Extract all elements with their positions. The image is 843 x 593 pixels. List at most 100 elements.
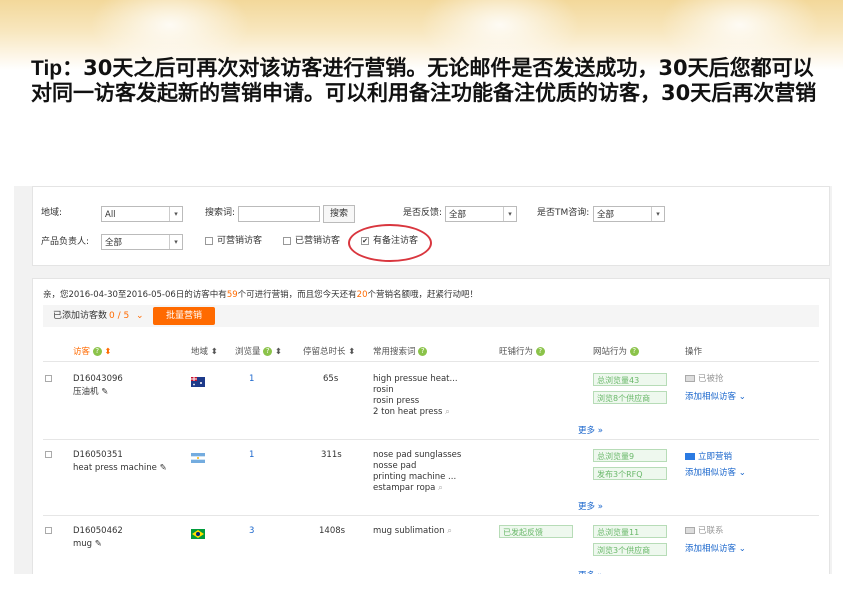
more-link[interactable]: 更多 » [578,569,603,574]
feedback-value: 全部 [449,210,467,220]
keyword-label: estampar ropa [373,483,436,493]
chevron-down-icon: » [597,502,603,512]
tm-value: 全部 [597,210,615,220]
brazil-flag-icon [191,529,205,539]
add-similar-label: 添加相似访客 [685,544,737,554]
keyword: estampar ropa ⌕ [373,483,443,494]
visitor-product: mug ✎ [73,539,102,550]
views-count[interactable]: 3 [249,526,254,537]
batch-marketing-button[interactable]: 批量营销 [153,307,215,325]
feedback-select[interactable]: 全部 ▾ [445,206,517,222]
owner-select[interactable]: 全部 ▾ [101,234,183,250]
help-icon[interactable]: ? [92,347,102,356]
add-similar-label: 添加相似访客 [685,392,737,402]
notice-part: 亲，您2016-04-30至2016-05-06日的访客中有 [43,290,227,300]
chevron-down-icon: ⌄ [738,544,746,554]
visitor-id[interactable]: D16043096 [73,374,123,385]
added-label: 已添加访客数 [53,311,108,321]
more-link[interactable]: 更多 » [578,424,603,436]
search-icon[interactable]: ⌕ [438,483,443,493]
header-views[interactable]: 浏览量 ? ⬍ [235,345,282,357]
site-suppliers-tag: 浏览8个供应商 [593,391,667,404]
chevron-down-icon[interactable]: ⌄ [136,309,144,323]
header-label: 网站行为 [593,347,628,357]
chevron-down-icon: ⌄ [738,468,746,478]
added-count: 0 / 5 [109,311,130,321]
marketed-checkbox[interactable] [283,237,291,245]
australia-flag-icon [191,377,205,387]
site-total-views-tag: 总浏览量43 [593,373,667,386]
market-now-link[interactable]: 立即营销 [685,450,732,462]
visitor-product: heat press machine ✎ [73,463,167,474]
tip-prefix: Tip： [31,57,84,80]
argentina-flag-icon [191,453,205,463]
row-checkbox[interactable] [45,527,52,534]
marketed-label: 已营销访客 [295,236,341,246]
edit-icon[interactable]: ✎ [101,387,108,397]
help-icon[interactable]: ? [418,347,428,356]
product-label: 压油机 [73,387,99,397]
filter-panel: 地域: All ▾ 搜索词: 搜索 是否反馈: 全部 ▾ 是否TM咨询: 全部 ▾ 产… [32,186,830,266]
visitor-id[interactable]: D16050462 [73,526,123,537]
row-checkbox[interactable] [45,451,52,458]
header-visitor[interactable]: 访客 ? ⬍ [73,345,112,357]
toolbar: 已添加访客数 0 / 5 ⌄ 批量营销 [43,305,819,327]
help-icon[interactable]: ? [629,347,639,356]
tip-body: 30天之后可再次对该访客进行营销。无论邮件是否发送成功，30天后您都可以对同一访… [31,56,817,105]
search-icon[interactable]: ⌕ [447,526,452,536]
more-label: 更多 [578,426,596,436]
header-label: 旺铺行为 [499,347,534,357]
mail-icon [685,527,695,534]
chevron-down-icon: ▾ [169,207,182,221]
marketable-checkbox[interactable] [205,237,213,245]
region-value: All [105,210,116,220]
duration: 1408s [319,526,346,536]
views-count[interactable]: 1 [249,450,254,461]
divider [43,439,819,440]
add-similar-label: 添加相似访客 [685,468,737,478]
header-label: 常用搜索词 [373,347,416,357]
divider [43,515,819,516]
add-similar-link[interactable]: 添加相似访客 ⌄ [685,466,746,478]
header-region[interactable]: 地域 ⬍ [191,345,218,357]
mail-icon [685,453,695,460]
search-input[interactable] [238,206,320,222]
help-icon[interactable]: ? [535,347,545,356]
chevron-down-icon: ▾ [169,235,182,249]
keyword: mug sublimation ⌕ [373,526,452,537]
keyword: nose pad sunglasses [373,450,462,460]
status-label: 已被抢 [698,374,724,384]
header-label: 地域 [191,347,209,357]
visitor-id[interactable]: D16050351 [73,450,123,461]
status-contacted: 已联系 [685,526,724,537]
notice-part: 个可进行营销，而且您今天还有 [237,290,357,300]
add-similar-link[interactable]: 添加相似访客 ⌄ [685,542,746,554]
add-similar-link[interactable]: 添加相似访客 ⌄ [685,390,746,402]
edit-icon[interactable]: ✎ [95,539,102,549]
chevron-down-icon: ▾ [503,207,516,221]
tm-select[interactable]: 全部 ▾ [593,206,665,222]
edit-icon[interactable]: ✎ [160,463,167,473]
views-count[interactable]: 1 [249,374,254,385]
keyword-label: mug sublimation [373,526,445,536]
chevron-down-icon: » [597,426,603,436]
divider [43,361,819,362]
row-checkbox[interactable] [45,375,52,382]
keyword: printing machine ... [373,472,457,482]
more-label: 更多 [578,571,595,574]
status-label: 已联系 [698,526,724,536]
keyword: high pressue heat... [373,374,458,384]
notice-text: 亲，您2016-04-30至2016-05-06日的访客中有59个可进行营销，而… [43,288,478,300]
tm-label: 是否TM咨询: [537,208,590,218]
region-select[interactable]: All ▾ [101,206,183,222]
notice-part: 个营销名额哦，赶紧行动吧！ [367,290,478,300]
more-link[interactable]: 更多 » [578,500,603,512]
visitor-panel: 亲，您2016-04-30至2016-05-06日的访客中有59个可进行营销，而… [32,278,830,574]
help-icon[interactable]: ? [263,347,273,356]
header-duration[interactable]: 停留总时长 ⬍ [303,345,355,357]
tip-text: Tip：30天之后可再次对该访客进行营销。无论邮件是否发送成功，30天后您都可以… [31,56,821,105]
search-button[interactable]: 搜索 [323,205,355,223]
chevron-down-icon: ▾ [651,207,664,221]
header-label: 停留总时长 [303,347,346,357]
search-icon[interactable]: ⌕ [445,407,450,417]
